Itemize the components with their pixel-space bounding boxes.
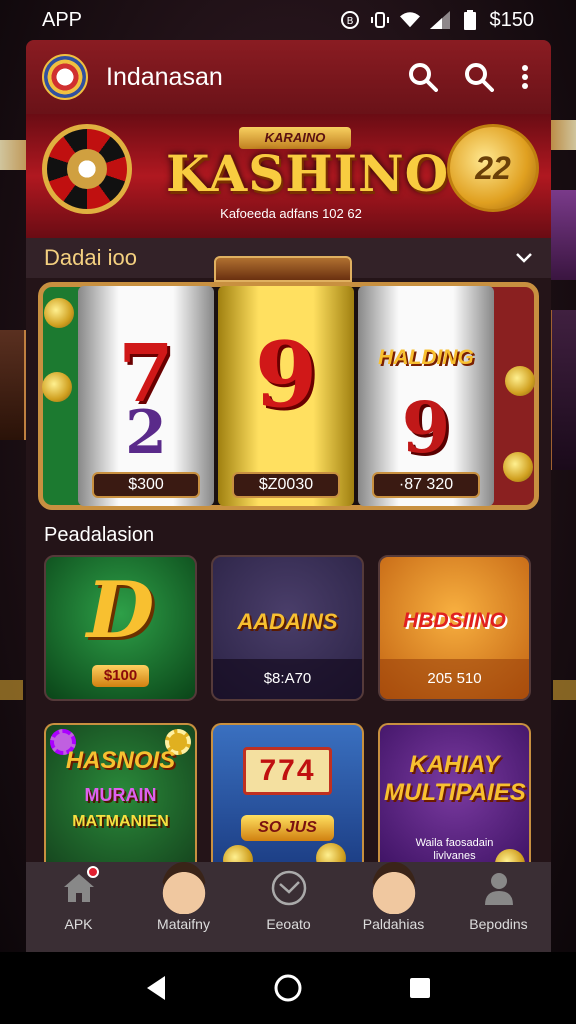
- reel: 7 2 $300: [78, 286, 214, 506]
- more-menu-button[interactable]: [515, 57, 535, 97]
- games-grid: HASNOIS MURAIN MATMANIEN 774 SO JUS KAHI…: [26, 723, 551, 878]
- tile-title: KAHIAY MULTIPAIES: [384, 751, 526, 806]
- app-logo[interactable]: [42, 54, 88, 100]
- data-saver-icon: B: [340, 10, 360, 30]
- reel-symbol: 9: [401, 386, 451, 469]
- tile-title: HASNOIS: [65, 747, 176, 774]
- tile-price: $8:A70: [213, 659, 362, 699]
- roulette-icon: [42, 124, 132, 214]
- recents-icon: [410, 978, 430, 998]
- nav-label: APK: [64, 916, 93, 932]
- signal-icon: [429, 10, 450, 30]
- wifi-icon: [399, 10, 420, 30]
- tile-subtitle: MATMANIEN: [72, 813, 169, 830]
- banner-subtitle: Kafoeeda adfans 102 62: [220, 206, 362, 221]
- tile-price: $100: [92, 665, 149, 687]
- slot-topper: [214, 256, 352, 282]
- back-icon: [147, 976, 165, 1000]
- nav-label: Eeoato: [266, 916, 311, 932]
- notification-badge: [86, 866, 99, 878]
- reel-amount: $300: [92, 472, 200, 498]
- back-button[interactable]: [136, 968, 176, 1008]
- game-tile[interactable]: HBDSIINO 205 510: [378, 555, 531, 701]
- mini-reels: 774: [243, 747, 332, 795]
- reel: HALDING 9 ·87 320: [358, 286, 494, 506]
- game-tile[interactable]: D $100: [44, 555, 197, 701]
- app-window: Indanasan KARAINO KASHINO Kafoeeda adfan…: [26, 40, 551, 952]
- promo-grid: D $100 AADAINS $8:A70 HBDSIINO 205 510: [26, 555, 551, 701]
- coin-icon: [503, 452, 533, 482]
- profile-icon: [477, 866, 521, 910]
- status-icons: B $150: [340, 8, 535, 32]
- home-button[interactable]: [268, 968, 308, 1008]
- status-balance: $150: [489, 8, 535, 31]
- app-header: Indanasan: [26, 40, 551, 114]
- background-slot-machine: [0, 330, 26, 440]
- coin-icon: [44, 298, 74, 328]
- recents-button[interactable]: [400, 968, 440, 1008]
- promo-section-label: Peadalasion: [44, 524, 155, 546]
- nav-label: Mataifny: [157, 916, 210, 932]
- reel-symbol: 9: [254, 322, 318, 428]
- status-app-label: APP: [42, 8, 83, 31]
- clock-icon: [267, 866, 311, 910]
- system-navigation-bar: [0, 952, 576, 1024]
- vibrate-icon: [370, 10, 390, 30]
- background-decor: [548, 190, 576, 280]
- background-slot-machine: [550, 310, 576, 470]
- nav-item-eeoato[interactable]: Eeoato: [239, 866, 339, 932]
- reel-logo: HALDING: [378, 346, 474, 369]
- tile-title: HBDSIINO: [403, 609, 506, 632]
- search-icon: [465, 63, 494, 92]
- bottom-navigation: APK Mataifny Eeoato Paldahias Bepodins: [26, 862, 551, 952]
- tile-price: 205 510: [380, 659, 529, 699]
- nav-item-paldahias[interactable]: Paldahias: [344, 862, 444, 932]
- coin-icon: [42, 372, 72, 402]
- status-bar: APP B $150: [0, 0, 576, 40]
- game-tile[interactable]: KAHIAY MULTIPAIES Waila faosadain livlva…: [378, 723, 531, 878]
- battery-icon: [460, 10, 480, 30]
- coin-badge: 22: [447, 124, 539, 212]
- search-button-2[interactable]: [459, 57, 499, 97]
- reel-amount: ·87 320: [372, 472, 480, 498]
- section-title: Dadai ioo: [44, 245, 137, 270]
- game-tile[interactable]: 774 SO JUS: [211, 723, 364, 878]
- nav-label: Paldahias: [362, 916, 425, 932]
- nav-item-apk[interactable]: APK: [29, 866, 129, 932]
- search-button[interactable]: [403, 57, 443, 97]
- tile-subtitle: MURAIN: [84, 785, 157, 805]
- more-vertical-icon: [522, 65, 528, 89]
- coin-icon: [505, 366, 535, 396]
- game-tile[interactable]: AADAINS $8:A70: [211, 555, 364, 701]
- nav-item-bepodins[interactable]: Bepodins: [449, 866, 549, 932]
- home-circle-icon: [274, 974, 302, 1002]
- nav-label: Bepodins: [469, 916, 528, 932]
- avatar-icon: [371, 862, 416, 914]
- chevron-down-icon[interactable]: [515, 248, 533, 269]
- app-title: Indanasan: [106, 62, 223, 91]
- game-tile[interactable]: HASNOIS MURAIN MATMANIEN: [44, 723, 197, 878]
- tile-price: SO JUS: [241, 815, 334, 841]
- nav-item-mataifny[interactable]: Mataifny: [134, 862, 234, 932]
- search-icon: [409, 63, 438, 92]
- tile-title: AADAINS: [237, 609, 338, 634]
- reel-symbol: 2: [125, 398, 167, 468]
- promo-banner[interactable]: KARAINO KASHINO Kafoeeda adfans 102 62 2…: [26, 114, 551, 238]
- slot-machine[interactable]: 7 2 $300 9 $Z0030 HALDING 9 ·87 320: [38, 256, 539, 510]
- tile-logo: D: [86, 565, 155, 656]
- banner-title: KASHINO: [166, 144, 450, 203]
- avatar-icon: [161, 862, 206, 914]
- reel: 9 $Z0030: [218, 286, 354, 506]
- reel-amount: $Z0030: [232, 472, 340, 498]
- svg-text:B: B: [346, 16, 353, 27]
